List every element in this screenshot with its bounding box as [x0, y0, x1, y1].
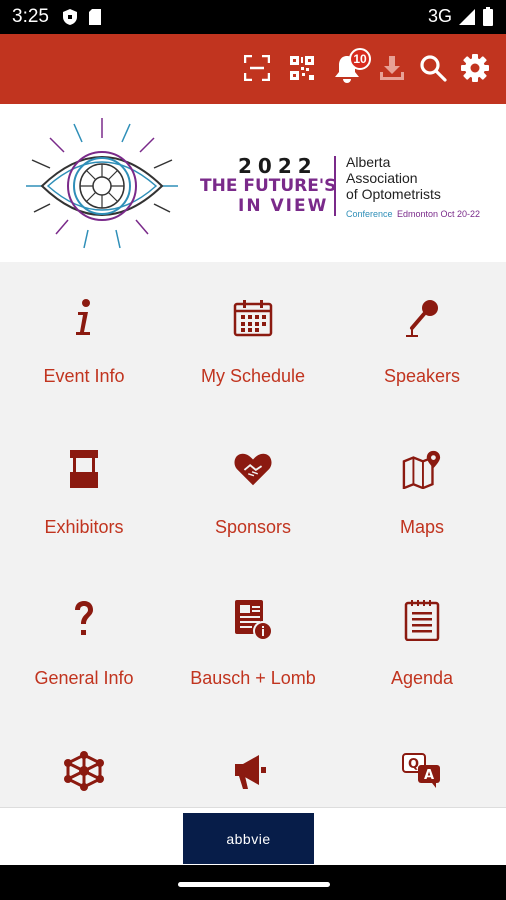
ad-sponsor-box[interactable]: abbvie	[183, 813, 314, 864]
qr-code-icon	[290, 56, 314, 80]
menu-label: Event Info	[43, 366, 125, 386]
network-icon	[64, 751, 104, 791]
scan-frame-icon	[244, 55, 270, 81]
booth-icon	[70, 450, 98, 488]
eye-logo	[26, 118, 178, 249]
banner-tagline-2: IN VIEW	[238, 196, 329, 216]
gear-icon	[461, 54, 489, 82]
menu-tile-agenda[interactable]: Agenda	[338, 564, 506, 714]
conference-label: Conference	[346, 209, 393, 219]
home-gesture-handle[interactable]	[178, 882, 330, 887]
menu-label: My Schedule	[200, 366, 306, 386]
sim-card-icon	[89, 9, 101, 25]
banner-tagline-1: THE FUTURE'S	[200, 176, 337, 196]
org-line-3: of Optometrists	[346, 186, 441, 202]
calendar-icon	[233, 300, 273, 337]
search-button[interactable]	[415, 50, 451, 86]
org-line-1: Alberta	[346, 154, 391, 170]
menu-label: Sponsors	[214, 517, 292, 537]
status-bar: 3:25 3G	[0, 0, 506, 34]
qr-code-button[interactable]	[284, 50, 320, 86]
menu-label: Exhibitors	[44, 517, 124, 537]
menu-tile-qa[interactable]: Q A	[338, 715, 506, 807]
app-toolbar: 10	[0, 34, 506, 104]
menu-tile-announcements[interactable]	[169, 715, 337, 807]
search-icon	[420, 55, 447, 82]
menu-tile-exhibitors[interactable]: Exhibitors	[0, 413, 168, 563]
download-button[interactable]	[374, 50, 410, 86]
ad-banner: abbvie	[0, 807, 506, 865]
banner-org: Alberta Association of Optometrists	[346, 154, 441, 202]
scan-button[interactable]	[239, 50, 275, 86]
microphone-icon	[406, 300, 438, 337]
network-type: 3G	[427, 6, 452, 26]
menu-label: Maps	[399, 517, 444, 537]
conference-place-date: Edmonton Oct 20-22	[396, 209, 481, 219]
heart-handshake-icon	[234, 453, 272, 486]
svg-text:A: A	[424, 768, 434, 783]
menu-label: Bausch + Lomb	[190, 668, 316, 688]
banner-divider	[334, 156, 336, 216]
megaphone-icon	[235, 755, 266, 789]
org-line-2: Association	[346, 170, 418, 186]
battery-icon	[483, 6, 493, 26]
signal-icon	[459, 8, 475, 25]
notepad-icon	[404, 600, 440, 641]
menu-tile-speakers[interactable]: Speakers	[338, 262, 506, 412]
notifications-button[interactable]: 10	[329, 48, 371, 86]
menu-tile-general-info[interactable]: General Info	[0, 564, 168, 714]
banner-conference: Conference Edmonton Oct 20-22	[346, 204, 480, 222]
menu-tile-maps[interactable]: Maps	[338, 413, 506, 563]
qa-chat-icon: Q A	[402, 753, 440, 788]
menu-tile-my-schedule[interactable]: My Schedule	[169, 262, 337, 412]
info-icon	[76, 299, 90, 335]
menu-tile-bausch-lomb[interactable]: Bausch + Lomb	[169, 564, 337, 714]
map-icon	[402, 450, 441, 489]
conference-banner: 2022 THE FUTURE'S IN VIEW Alberta Associ…	[0, 104, 506, 262]
menu-tile-event-info[interactable]: Event Info	[0, 262, 168, 412]
notification-badge: 10	[349, 48, 371, 70]
menu-label: Speakers	[383, 366, 461, 386]
menu-tile-sponsors[interactable]: Sponsors	[169, 413, 337, 563]
status-time: 3:25	[12, 6, 49, 27]
document-info-icon	[235, 600, 273, 641]
svg-text:Q: Q	[408, 757, 419, 772]
question-icon	[75, 601, 93, 635]
download-icon	[380, 56, 404, 80]
menu-tile-network[interactable]	[0, 715, 168, 807]
menu-label: Agenda	[390, 668, 454, 688]
settings-button[interactable]	[457, 50, 493, 86]
menu-grid: Event Info My Schedule Speakers Exhibito…	[0, 262, 506, 807]
shield-icon	[63, 9, 77, 25]
ad-sponsor-text: abbvie	[226, 830, 271, 847]
banner-year: 2022	[238, 154, 318, 178]
system-nav-bar	[0, 865, 506, 900]
menu-label: General Info	[34, 668, 134, 688]
